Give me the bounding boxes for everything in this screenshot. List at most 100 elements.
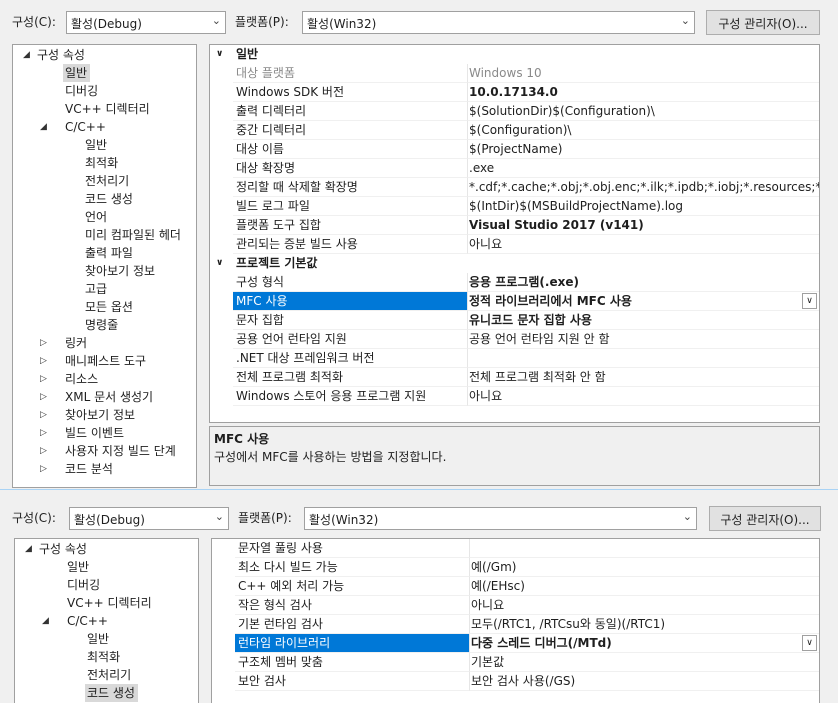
tree-item[interactable]: ◢ C/C++ [15,612,198,630]
tree-item[interactable]: 코드 생성 [13,190,196,208]
property-value[interactable]: $(SolutionDir)$(Configuration)\ [467,102,819,121]
tree-item[interactable]: ▷ 매니페스트 도구 [13,352,196,370]
property-row[interactable]: MFC 사용 정적 라이브러리에서 MFC 사용 ∨ [210,292,819,311]
tree-item[interactable]: ▷ XML 문서 생성기 [13,388,196,406]
tree-item[interactable]: ▷ 리소스 [13,370,196,388]
property-value[interactable]: $(Configuration)\ [467,121,819,140]
property-value[interactable]: 전체 프로그램 최적화 안 함 [467,368,819,387]
property-row[interactable]: 최소 다시 빌드 가능 예(/Gm) [212,558,819,577]
property-value[interactable]: 예(/Gm) [469,558,819,577]
property-row[interactable]: Windows 스토어 응용 프로그램 지원 아니요 [210,387,819,406]
tree-item[interactable]: 최적화 [15,648,198,666]
property-row[interactable]: 플랫폼 도구 집합 Visual Studio 2017 (v141) [210,216,819,235]
property-value[interactable]: 예(/EHsc) [469,577,819,596]
tree-item[interactable]: 모든 옵션 [13,298,196,316]
property-row[interactable]: 대상 확장명 .exe [210,159,819,178]
tree-item[interactable]: 찾아보기 정보 [13,262,196,280]
collapsed-arrow-icon[interactable]: ▷ [40,334,47,352]
tree-item[interactable]: ▷ 코드 분석 [13,460,196,478]
collapsed-arrow-icon[interactable]: ▷ [40,424,47,442]
property-row[interactable]: .NET 대상 프레임워크 버전 [210,349,819,368]
property-value[interactable]: 아니요 [469,596,819,615]
collapsed-arrow-icon[interactable]: ▷ [40,388,47,406]
collapsed-arrow-icon[interactable]: ▷ [40,406,47,424]
collapsed-arrow-icon[interactable]: ▷ [40,352,47,370]
property-value[interactable]: 보안 검사 사용(/GS) [469,672,819,691]
property-value[interactable]: 아니요 [467,387,819,406]
tree-item[interactable]: 전처리기 [15,666,198,684]
tree-item[interactable]: 일반 [13,136,196,154]
expanded-arrow-icon[interactable]: ◢ [23,46,30,64]
property-row[interactable]: 출력 디렉터리 $(SolutionDir)$(Configuration)\ [210,102,819,121]
tree-item[interactable]: ▷ 찾아보기 정보 [13,406,196,424]
property-row[interactable]: 공용 언어 런타임 지원 공용 언어 런타임 지원 안 함 [210,330,819,349]
property-row[interactable]: 런타임 라이브러리 다중 스레드 디버그(/MTd) ∨ [212,634,819,653]
property-row[interactable]: 관리되는 증분 빌드 사용 아니요 [210,235,819,254]
tree-item[interactable]: 명령줄 [13,316,196,334]
tree-item[interactable]: 전처리기 [13,172,196,190]
category-header[interactable]: ∨ 일반 [210,45,819,64]
property-value[interactable]: 10.0.17134.0 [467,83,819,102]
property-row[interactable]: 정리할 때 삭제할 확장명 *.cdf;*.cache;*.obj;*.obj.e… [210,178,819,197]
property-row[interactable]: 기본 런타임 검사 모두(/RTC1, /RTCsu와 동일)(/RTC1) [212,615,819,634]
collapsed-arrow-icon[interactable]: ▷ [40,442,47,460]
property-row[interactable]: 대상 플랫폼 Windows 10 [210,64,819,83]
property-row[interactable]: 구조체 멤버 맞춤 기본값 [212,653,819,672]
property-value[interactable]: Visual Studio 2017 (v141) [467,216,819,235]
property-row[interactable]: Windows SDK 버전 10.0.17134.0 [210,83,819,102]
tree-item[interactable]: ▷ 링커 [13,334,196,352]
property-row[interactable]: 중간 디렉터리 $(Configuration)\ [210,121,819,140]
tree-item[interactable]: ◢ C/C++ [13,118,196,136]
property-row[interactable]: 빌드 로그 파일 $(IntDir)$(MSBuildProjectName).l… [210,197,819,216]
property-value[interactable]: $(IntDir)$(MSBuildProjectName).log [467,197,819,216]
property-value[interactable]: 공용 언어 런타임 지원 안 함 [467,330,819,349]
dropdown-button[interactable]: ∨ [802,293,817,309]
property-value[interactable]: Windows 10 [467,64,819,83]
expanded-arrow-icon[interactable]: ◢ [25,540,32,558]
property-row[interactable]: C++ 예외 처리 가능 예(/EHsc) [212,577,819,596]
property-value[interactable]: 유니코드 문자 집합 사용 [467,311,819,330]
tree-item[interactable]: 디버깅 [13,82,196,100]
property-value[interactable]: 응용 프로그램(.exe) [467,273,819,292]
property-row[interactable]: 전체 프로그램 최적화 전체 프로그램 최적화 안 함 [210,368,819,387]
tree-item[interactable]: VC++ 디렉터리 [15,594,198,612]
expanded-arrow-icon[interactable]: ◢ [40,118,47,136]
tree-item[interactable]: 디버깅 [15,576,198,594]
property-value[interactable]: 모두(/RTC1, /RTCsu와 동일)(/RTC1) [469,615,819,634]
property-value[interactable] [467,349,819,368]
property-value[interactable]: 다중 스레드 디버그(/MTd) [469,634,819,653]
expanded-arrow-icon[interactable]: ◢ [42,612,49,630]
tree-item[interactable]: 미리 컴파일된 헤더 [13,226,196,244]
tree-item[interactable]: 고급 [13,280,196,298]
property-value[interactable]: 정적 라이브러리에서 MFC 사용 [467,292,819,311]
tree-item[interactable]: ▷ 빌드 이벤트 [13,424,196,442]
property-row[interactable]: 보안 검사 보안 검사 사용(/GS) [212,672,819,691]
tree-item[interactable]: ◢ 구성 속성 [15,540,198,558]
tree-item[interactable]: 코드 생성 [15,684,198,702]
category-header[interactable]: ∨ 프로젝트 기본값 [210,254,819,273]
platform-combo[interactable]: 활성(Win32) ⌄ [304,507,697,530]
tree-item[interactable]: 최적화 [13,154,196,172]
property-row[interactable]: 문자열 풀링 사용 [212,539,819,558]
property-value[interactable]: 기본값 [469,653,819,672]
property-value[interactable]: *.cdf;*.cache;*.obj;*.obj.enc;*.ilk;*.ip… [467,178,819,197]
property-row[interactable]: 구성 형식 응용 프로그램(.exe) [210,273,819,292]
tree-item[interactable]: 일반 [15,630,198,648]
property-value[interactable]: 아니요 [467,235,819,254]
tree-item[interactable]: 일반 [15,558,198,576]
tree-item[interactable]: 일반 [13,64,196,82]
tree-item[interactable]: VC++ 디렉터리 [13,100,196,118]
config-combo[interactable]: 활성(Debug) ⌄ [66,11,226,34]
tree-item[interactable]: 언어 [13,208,196,226]
property-value[interactable]: .exe [467,159,819,178]
chevron-down-icon[interactable]: ∨ [216,254,223,273]
property-row[interactable]: 문자 집합 유니코드 문자 집합 사용 [210,311,819,330]
tree-item[interactable]: ◢ 구성 속성 [13,46,196,64]
dropdown-button[interactable]: ∨ [802,635,817,651]
tree-item[interactable]: ▷ 사용자 지정 빌드 단계 [13,442,196,460]
property-row[interactable]: 작은 형식 검사 아니요 [212,596,819,615]
config-manager-button[interactable]: 구성 관리자(O)... [709,506,821,531]
tree-item[interactable]: 출력 파일 [13,244,196,262]
collapsed-arrow-icon[interactable]: ▷ [40,370,47,388]
config-combo[interactable]: 활성(Debug) ⌄ [69,507,229,530]
